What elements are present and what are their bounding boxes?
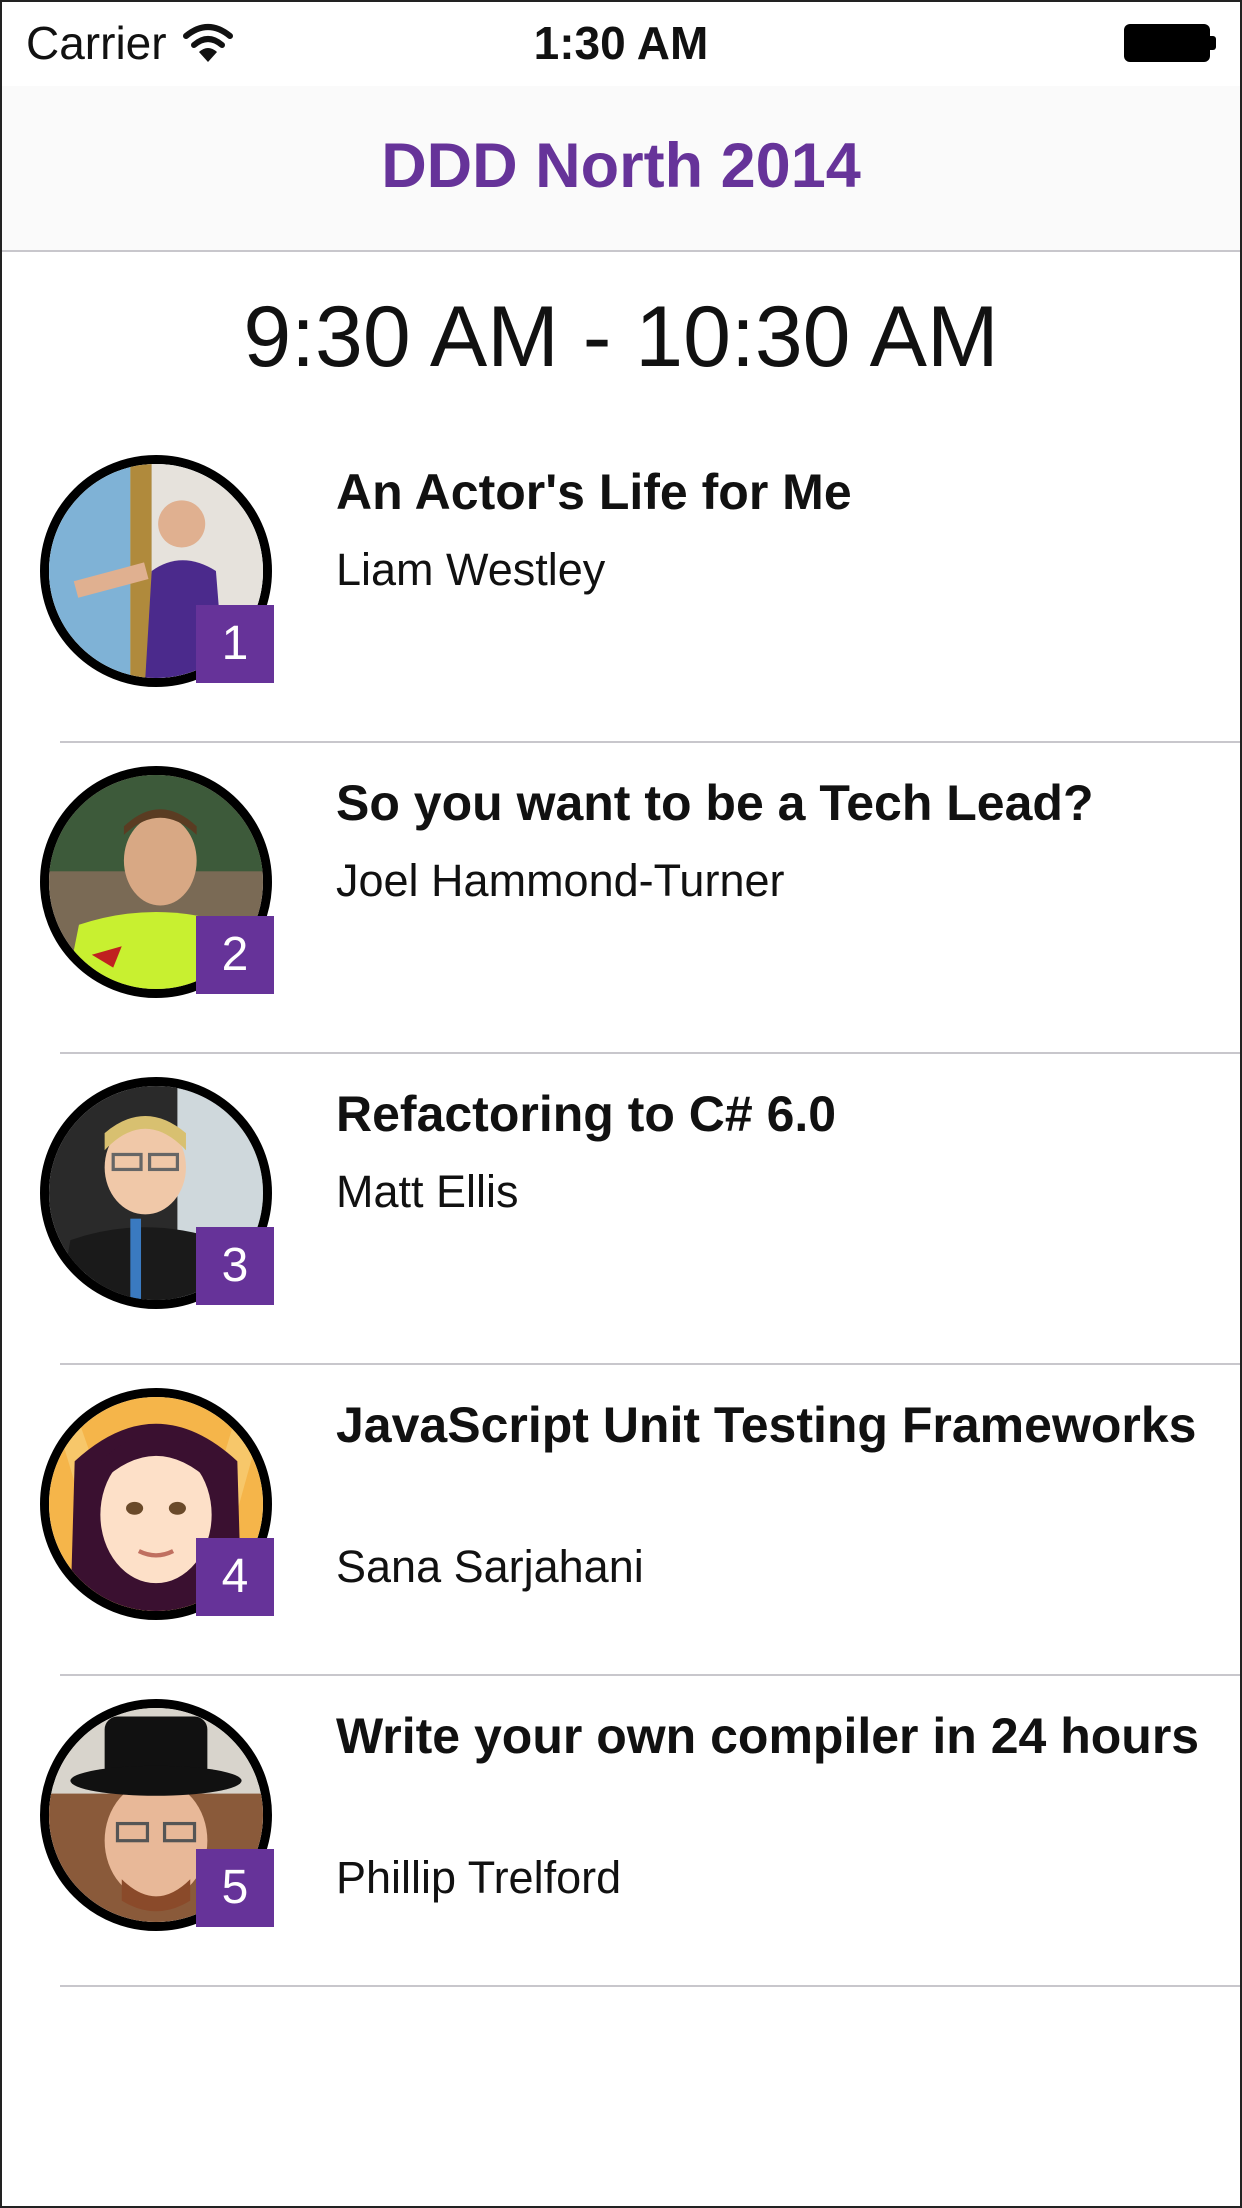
session-number-badge: 3 — [196, 1227, 274, 1305]
nav-title: DDD North 2014 — [381, 131, 861, 201]
session-number-badge: 4 — [196, 1538, 274, 1616]
session-number-badge: 2 — [196, 916, 274, 994]
battery-icon — [1124, 24, 1218, 62]
speaker-name: Matt Ellis — [336, 1166, 519, 1217]
session-number-badge: 5 — [196, 1849, 274, 1927]
speaker-name: Liam Westley — [336, 544, 606, 595]
session-title: Write your own compiler in 24 hours — [336, 1708, 1200, 1764]
session-title: Refactoring to C# 6.0 — [336, 1086, 837, 1142]
status-bar: Carrier 1:30 AM — [2, 2, 1240, 86]
status-time: 1:30 AM — [533, 17, 709, 69]
session-row[interactable]: 4 JavaScript Unit Testing Frameworks San… — [2, 1365, 1240, 1676]
session-row[interactable]: 5 Write your own compiler in 24 hours Ph… — [2, 1676, 1240, 1987]
navigation-bar: DDD North 2014 — [2, 86, 1240, 252]
session-row[interactable]: 1 An Actor's Life for Me Liam Westley — [2, 432, 1240, 743]
time-slot-header: 9:30 AM - 10:30 AM — [243, 289, 999, 385]
row-divider — [60, 1985, 1240, 1987]
speaker-name: Phillip Trelford — [336, 1852, 622, 1903]
session-list: 1 An Actor's Life for Me Liam Westley 2 … — [2, 432, 1240, 1987]
session-title: So you want to be a Tech Lead? — [336, 775, 1094, 831]
session-row[interactable]: 3 Refactoring to C# 6.0 Matt Ellis — [2, 1054, 1240, 1365]
speaker-name: Sana Sarjahani — [336, 1541, 644, 1592]
app-screen: Carrier 1:30 AM DDD North 2014 9:30 AM -… — [0, 0, 1242, 2208]
session-title: JavaScript Unit Testing Frameworks — [336, 1397, 1197, 1453]
session-title: An Actor's Life for Me — [336, 464, 852, 520]
session-row[interactable]: 2 So you want to be a Tech Lead? Joel Ha… — [2, 743, 1240, 1054]
speaker-name: Joel Hammond-Turner — [336, 855, 785, 906]
session-number-badge: 1 — [196, 605, 274, 683]
